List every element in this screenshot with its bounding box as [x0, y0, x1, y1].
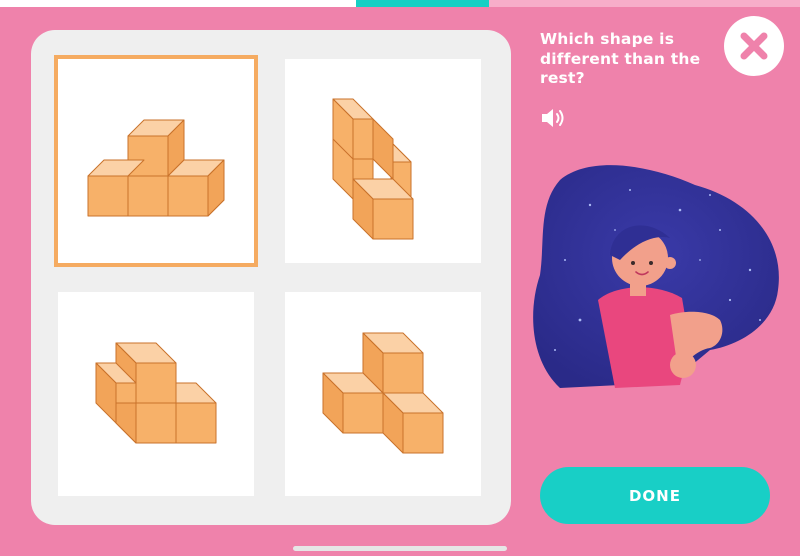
- girl-illustration: [520, 160, 800, 400]
- answer-option-2[interactable]: [285, 59, 481, 263]
- progress-completed: [0, 0, 356, 7]
- close-button[interactable]: [724, 16, 784, 76]
- cube-shape-icon: [95, 342, 217, 444]
- answer-option-1[interactable]: [54, 55, 258, 267]
- close-icon: [740, 32, 768, 60]
- done-button[interactable]: DONE: [540, 467, 770, 524]
- cube-shape-icon: [87, 119, 225, 217]
- question-text: Which shape is different than the rest?: [540, 30, 701, 87]
- answer-board: [31, 30, 511, 525]
- speaker-icon[interactable]: [540, 106, 570, 130]
- answer-option-3[interactable]: [58, 292, 254, 496]
- progress-bar: [0, 0, 800, 7]
- cube-shape-icon: [322, 332, 444, 454]
- answer-option-4[interactable]: [285, 292, 481, 496]
- home-indicator: [293, 546, 507, 551]
- progress-current: [356, 0, 489, 7]
- cube-shape-icon: [332, 98, 414, 240]
